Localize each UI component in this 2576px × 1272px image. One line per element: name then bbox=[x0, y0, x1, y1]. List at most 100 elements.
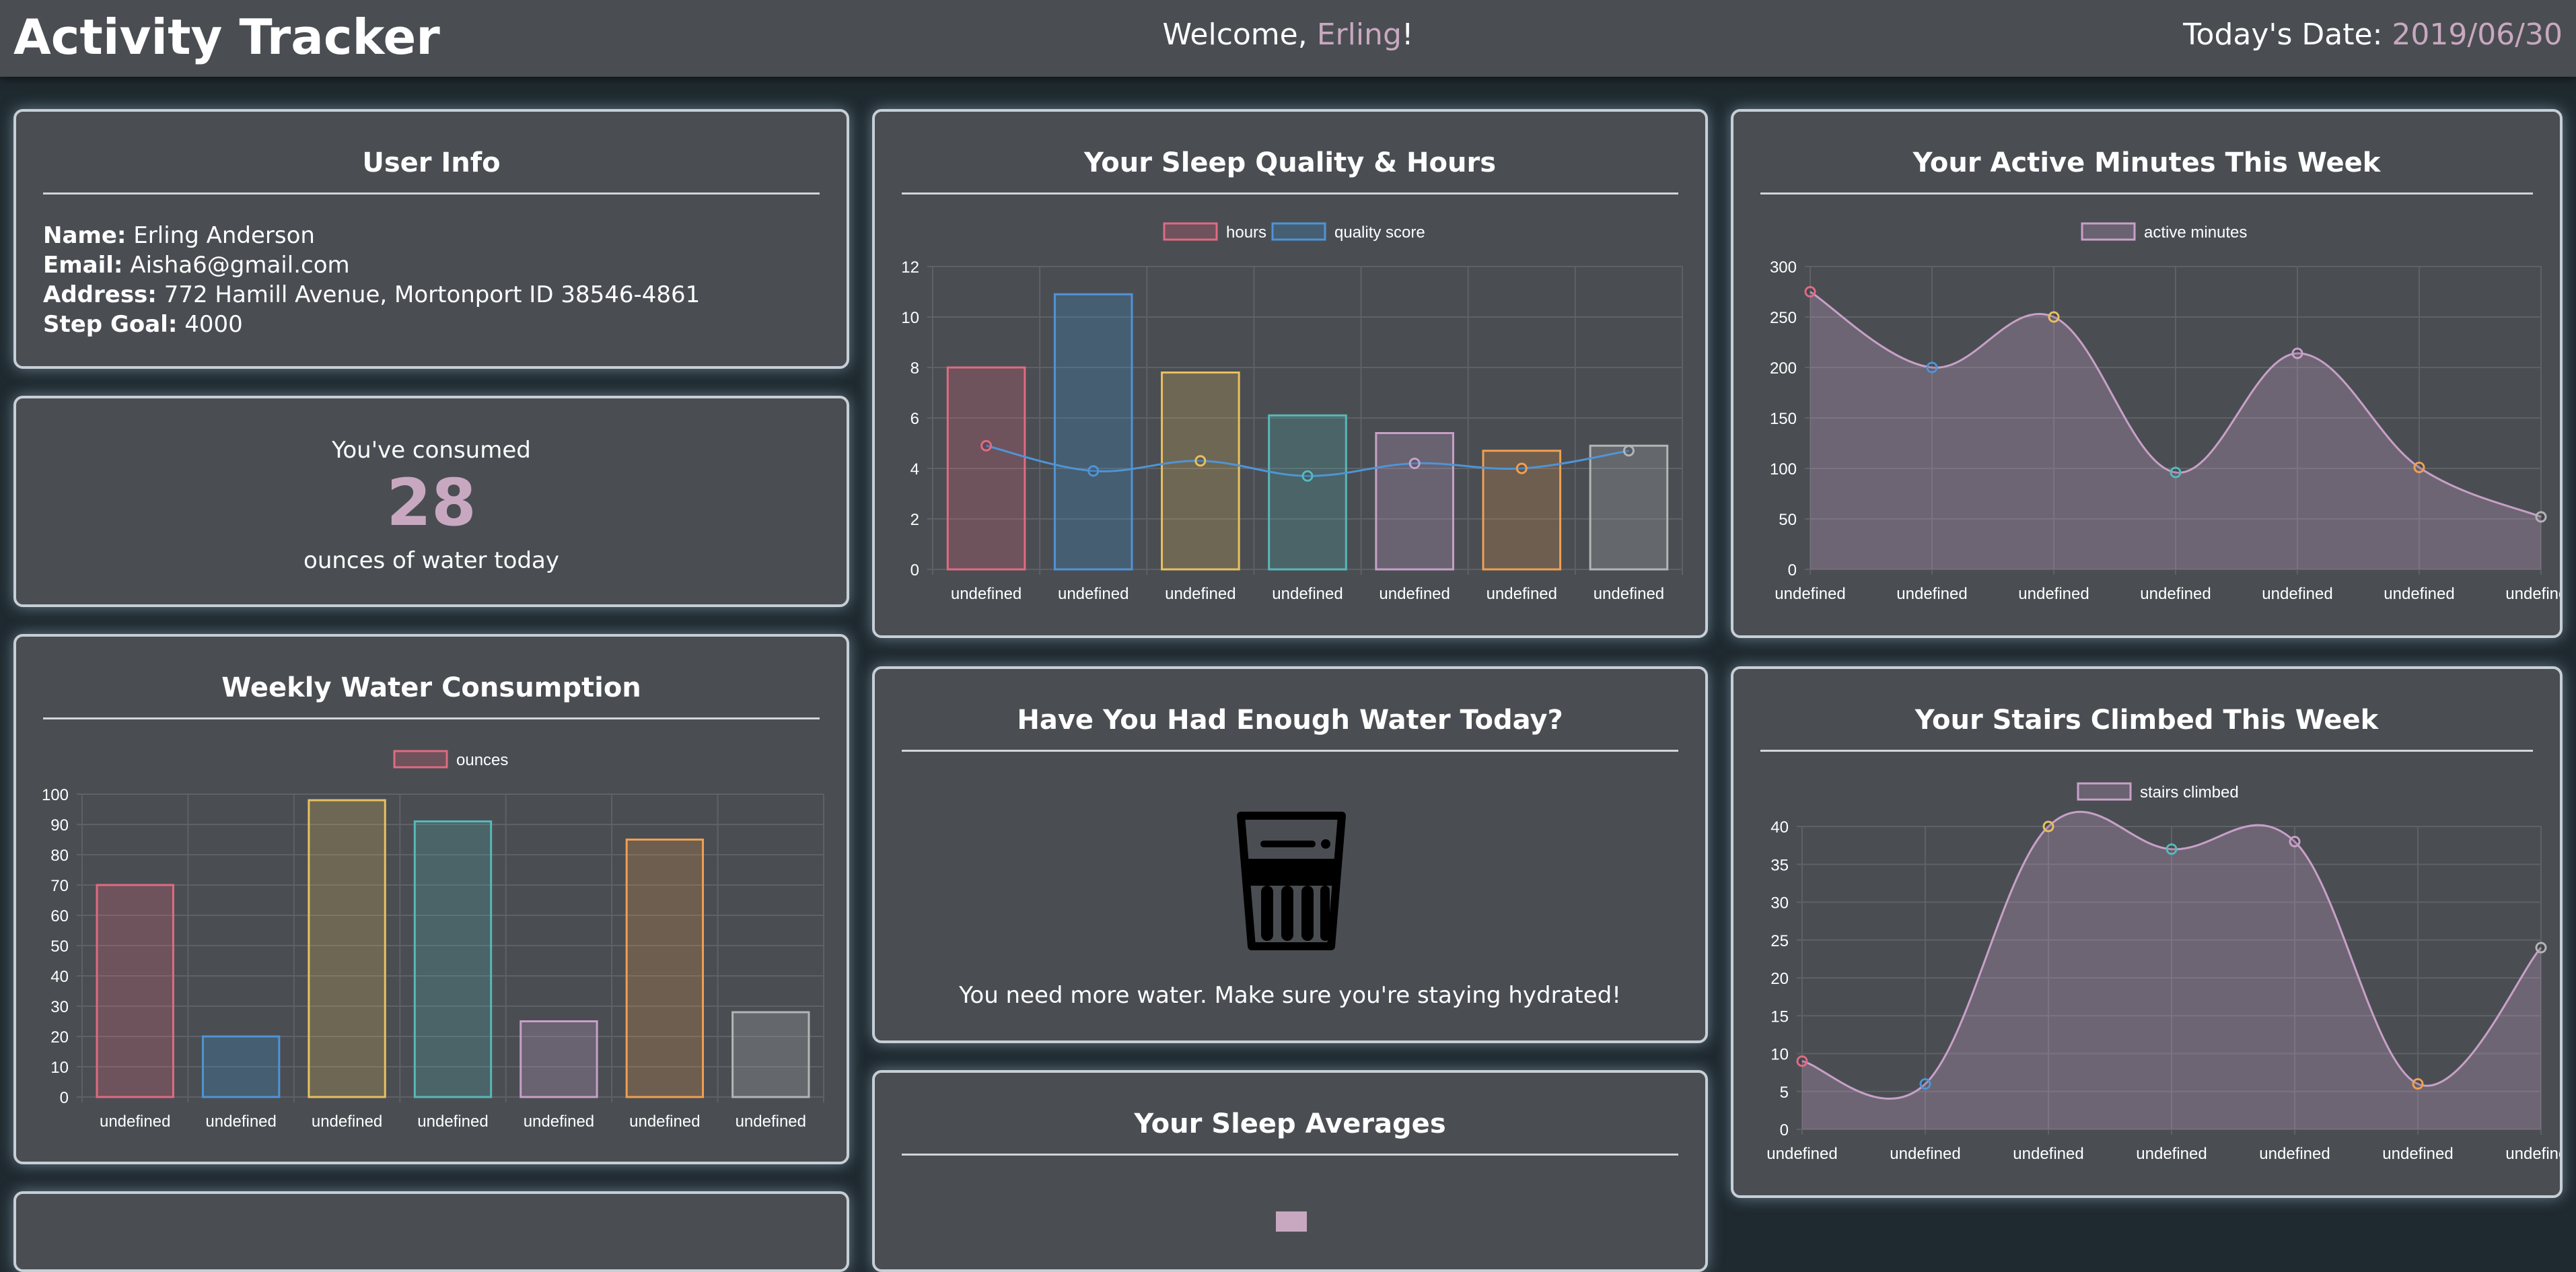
sleep-averages-card: Your Sleep Averages bbox=[872, 1070, 1708, 1272]
stairs-climbed-card: Your Stairs Climbed This Week 0 5 10 15 20 25… bbox=[1731, 666, 2563, 1198]
water-message: You need more water. Make sure you're st… bbox=[959, 982, 1621, 1009]
data-point bbox=[2048, 311, 2060, 323]
todays-date: Today's Date: 2019/06/30 bbox=[2183, 15, 2563, 55]
user-name: Erling Anderson bbox=[133, 222, 315, 249]
area-fill bbox=[1802, 812, 2541, 1129]
step-goal-row: Step Goal: 4000 bbox=[43, 311, 243, 338]
legend-label: hours bbox=[1226, 223, 1266, 242]
data-point bbox=[2170, 466, 2182, 479]
x-tick-label: undefined bbox=[417, 1112, 488, 1131]
x-tick-label: undefined bbox=[2505, 585, 2560, 603]
divider bbox=[902, 1154, 1678, 1156]
data-point bbox=[1087, 465, 1100, 477]
user-details: Name: Erling Anderson Email: Aisha6@gmai… bbox=[43, 221, 700, 339]
sleep-quality-hours-chart: 0 2 4 6 8 10 12 undefined undefined undefined unde… bbox=[901, 222, 1683, 603]
sleep-average-bar bbox=[1276, 1211, 1307, 1232]
y-tick-label: 35 bbox=[1770, 856, 1789, 874]
x-tick-label: undefined bbox=[2013, 1145, 2083, 1163]
data-point bbox=[2535, 511, 2547, 523]
bar bbox=[1375, 432, 1454, 571]
x-tick-label: undefined bbox=[2384, 585, 2454, 603]
y-tick-label: 80 bbox=[50, 847, 69, 865]
data-point bbox=[1804, 286, 1816, 297]
y-tick-label: 0 bbox=[1780, 1121, 1789, 1139]
bar bbox=[201, 1035, 281, 1098]
email-row: Email: Aisha6@gmail.com bbox=[43, 252, 350, 279]
bar bbox=[1268, 414, 1347, 571]
x-tick-label: undefined bbox=[1594, 585, 1664, 603]
y-tick-label: 70 bbox=[50, 877, 69, 895]
bar bbox=[946, 366, 1026, 571]
y-tick-label: 50 bbox=[50, 938, 69, 956]
user-first-name: Erling bbox=[1316, 17, 1402, 52]
x-tick-label: undefined bbox=[312, 1112, 382, 1131]
x-tick-label: undefined bbox=[100, 1112, 170, 1131]
bar bbox=[96, 884, 174, 1098]
y-tick-label: 25 bbox=[1770, 932, 1789, 950]
y-tick-label: 30 bbox=[1770, 894, 1789, 913]
welcome-suffix: ! bbox=[1401, 17, 1414, 52]
y-tick-label: 10 bbox=[901, 309, 919, 327]
y-tick-label: 30 bbox=[50, 998, 69, 1016]
y-tick-label: 15 bbox=[1770, 1008, 1789, 1026]
x-tick-label: undefined bbox=[2136, 1145, 2207, 1163]
x-tick-label: undefined bbox=[2382, 1145, 2453, 1163]
date-value: 2019/06/30 bbox=[2392, 17, 2563, 52]
data-point bbox=[1408, 458, 1421, 469]
data-point bbox=[1926, 361, 1938, 374]
x-tick-label: undefined bbox=[1379, 585, 1450, 603]
user-address: 772 Hamill Avenue, Mortonport ID 38546-4… bbox=[164, 281, 701, 308]
y-tick-label: 5 bbox=[1780, 1084, 1789, 1102]
y-tick-label: 40 bbox=[1770, 818, 1789, 837]
data-point bbox=[1622, 445, 1635, 457]
water-glass-icon bbox=[1237, 812, 1346, 950]
bar bbox=[520, 1020, 598, 1098]
data-point bbox=[1515, 462, 1528, 474]
x-tick-label: undefined bbox=[1165, 585, 1236, 603]
data-point bbox=[2166, 843, 2178, 855]
data-point bbox=[1194, 455, 1207, 467]
y-tick-label: 50 bbox=[1779, 511, 1797, 529]
divider bbox=[43, 192, 820, 195]
y-tick-label: 20 bbox=[1770, 970, 1789, 988]
stairs-climbed-chart: 0 5 10 15 20 25 30 35 40 undefined undefined undefi… bbox=[1766, 782, 2560, 1163]
x-tick-label: undefined bbox=[736, 1112, 806, 1131]
y-tick-label: 8 bbox=[910, 359, 919, 378]
y-tick-label: 6 bbox=[910, 410, 919, 428]
x-tick-label: undefined bbox=[1890, 1145, 1960, 1163]
data-point bbox=[1796, 1055, 1808, 1067]
water-today-card: You've consumed 28 ounces of water today bbox=[13, 396, 849, 607]
y-tick-label: 300 bbox=[1770, 258, 1797, 277]
y-tick-label: 4 bbox=[910, 460, 919, 479]
active-minutes-card: Your Active Minutes This Week 0 50 100 150 2… bbox=[1731, 109, 2563, 638]
user-info-card: User Info Name: Erling Anderson Email: A… bbox=[13, 109, 849, 369]
legend-swatch bbox=[1271, 222, 1326, 241]
legend-label: quality score bbox=[1334, 223, 1425, 242]
weekly-water-card: Weekly Water Consumption 0 10 20 30 40 50 60 70… bbox=[13, 634, 849, 1164]
x-tick-label: undefined bbox=[951, 585, 1022, 603]
sleep-averages-title: Your Sleep Averages bbox=[1134, 1108, 1446, 1139]
legend-swatch bbox=[393, 750, 448, 769]
data-point bbox=[2042, 820, 2054, 833]
y-tick-label: 150 bbox=[1770, 410, 1797, 428]
legend-label: ounces bbox=[456, 751, 508, 769]
divider bbox=[902, 750, 1678, 752]
active-minutes-chart: 0 50 100 150 200 250 300 undefined undefined unde… bbox=[1770, 222, 2560, 603]
y-tick-label: 10 bbox=[50, 1059, 69, 1077]
x-tick-label: undefined bbox=[2505, 1145, 2560, 1163]
enough-water-card: Have You Had Enough Water Today? You nee… bbox=[872, 666, 1708, 1043]
data-point bbox=[2289, 836, 2301, 847]
y-tick-label: 0 bbox=[1788, 561, 1797, 579]
x-tick-label: undefined bbox=[1058, 585, 1129, 603]
water-prefix: You've consumed bbox=[332, 437, 531, 464]
bar bbox=[1589, 444, 1669, 571]
y-tick-label: 12 bbox=[901, 258, 919, 277]
weekly-water-chart: 0 10 20 30 40 50 60 70 80 90 100 undefined undefined… bbox=[42, 750, 824, 1131]
y-tick-label: 10 bbox=[1770, 1046, 1789, 1064]
user-step-goal: 4000 bbox=[184, 311, 243, 338]
name-row: Name: Erling Anderson bbox=[43, 222, 315, 249]
y-tick-label: 100 bbox=[1770, 460, 1797, 479]
x-tick-label: undefined bbox=[524, 1112, 594, 1131]
bar bbox=[625, 839, 705, 1098]
data-point bbox=[2291, 347, 2303, 359]
